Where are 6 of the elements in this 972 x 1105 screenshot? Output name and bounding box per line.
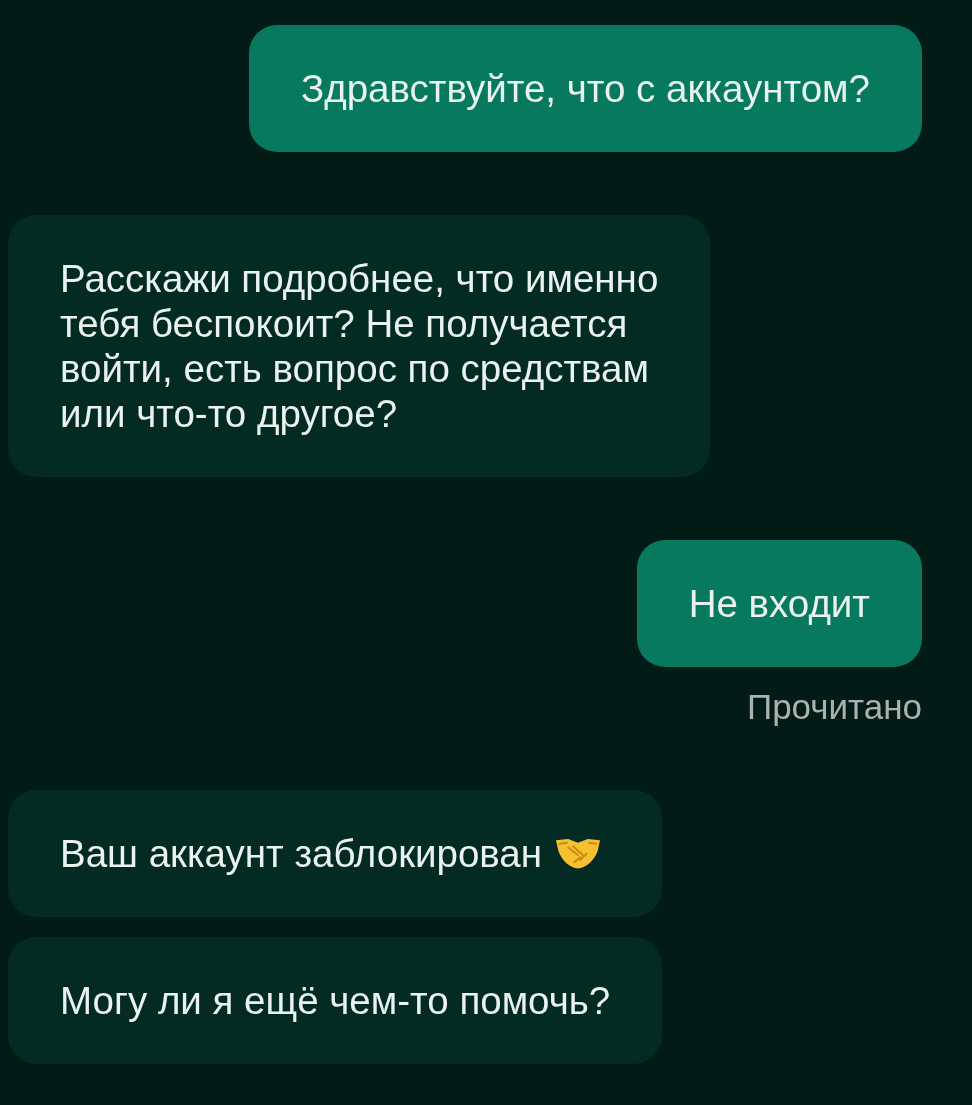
message-text: Здравствуйте, что с аккаунтом? bbox=[300, 66, 870, 111]
message-text: Ваш аккаунт заблокирован bbox=[60, 831, 542, 876]
message-text: Не входит bbox=[688, 581, 870, 626]
read-status: Прочитано bbox=[747, 687, 922, 727]
message-text: Могу ли я ещё чем-то помочь? bbox=[60, 978, 611, 1023]
message-text: Расскажи подробнее, что именно тебя беспокоит? Не получается войти, есть вопрос по средствам или что-то другое? bbox=[60, 256, 659, 436]
